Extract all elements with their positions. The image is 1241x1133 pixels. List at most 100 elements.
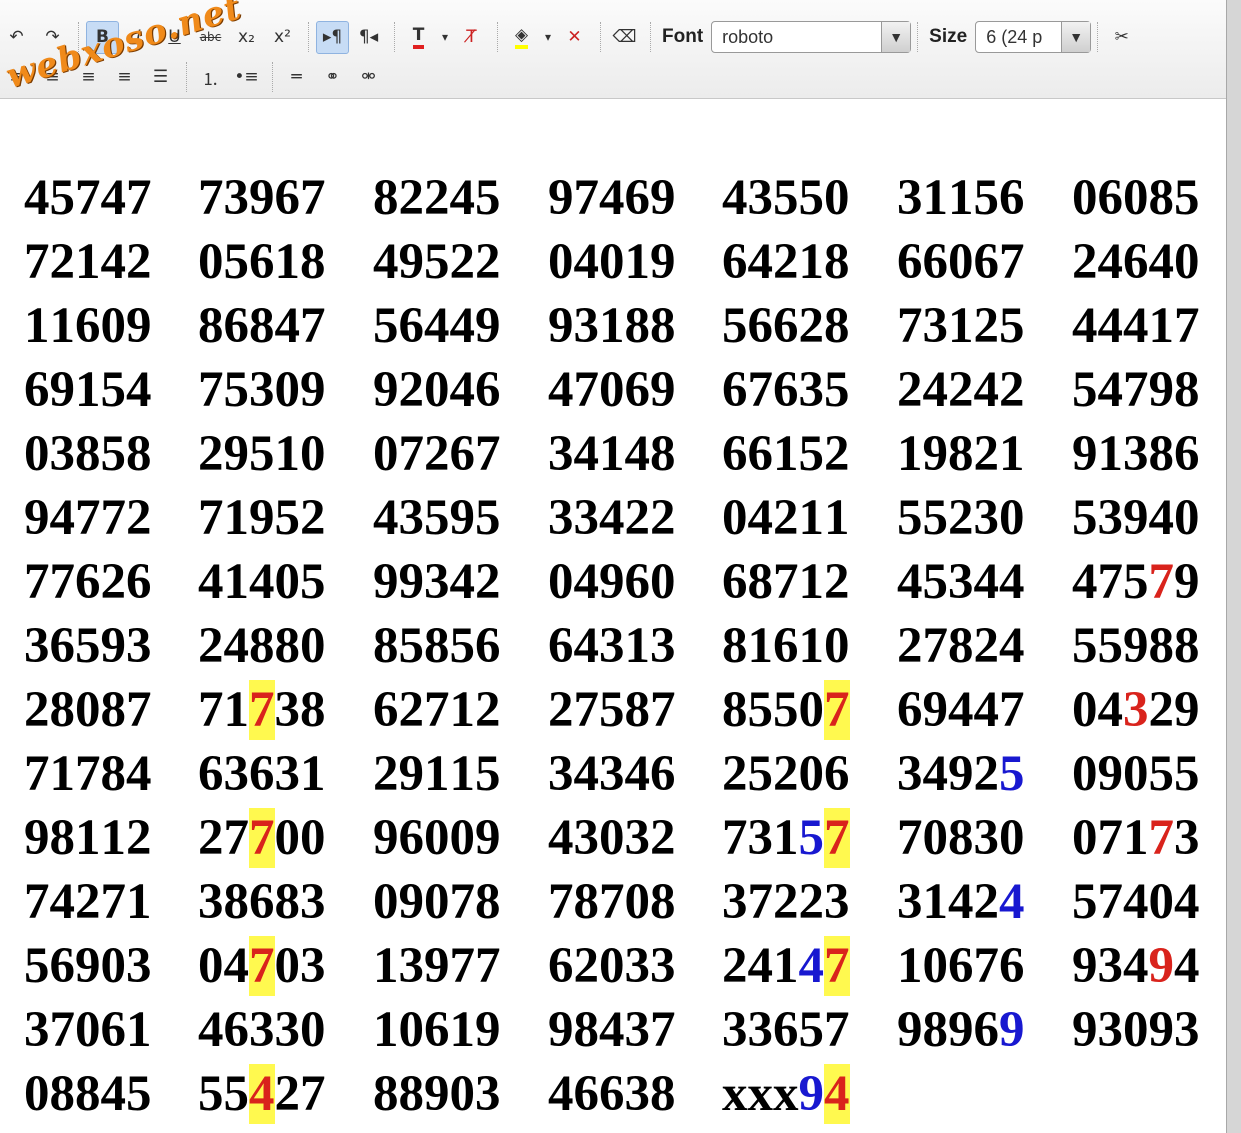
- number-cell: 53940: [1072, 488, 1200, 548]
- horizontal-rule-icon: ═: [291, 67, 302, 87]
- remove-text-color-button[interactable]: T̸: [455, 21, 488, 54]
- chevron-down-icon[interactable]: ▼: [881, 22, 911, 52]
- digit: 7: [747, 874, 774, 930]
- number-cell: 81610: [722, 616, 850, 676]
- digit: 9: [49, 362, 76, 418]
- digit: 0: [198, 938, 224, 994]
- red-digit: 7: [1148, 554, 1175, 610]
- digit: 7: [475, 938, 501, 994]
- horizontal-rule-button[interactable]: ═: [280, 61, 313, 94]
- unlink-button[interactable]: ⚮: [352, 61, 385, 94]
- digit: 5: [747, 746, 774, 802]
- number-cell: 73157: [722, 808, 850, 868]
- subscript-button[interactable]: x₂: [230, 21, 263, 54]
- digit: 3: [300, 874, 326, 930]
- link-button[interactable]: ⚭: [316, 61, 349, 94]
- digit: 1: [897, 426, 923, 482]
- digit: 8: [49, 810, 76, 866]
- numbered-list-icon: ⒈: [202, 69, 219, 90]
- digit: 4: [249, 554, 275, 610]
- digit: 3: [573, 298, 600, 354]
- digit: 4: [999, 618, 1025, 674]
- align-left-button[interactable]: ≡: [0, 61, 33, 94]
- align-center-button[interactable]: ≡: [36, 61, 69, 94]
- number-cell: 24880: [198, 616, 326, 676]
- digit: 1: [897, 938, 923, 994]
- align-full-button[interactable]: ☰: [144, 61, 177, 94]
- digit: 2: [824, 426, 850, 482]
- vertical-scrollbar[interactable]: [1226, 0, 1241, 1133]
- number-cell: 27824: [897, 616, 1025, 676]
- digit: 9: [548, 298, 574, 354]
- digit: 9: [475, 298, 501, 354]
- digit: 1: [449, 682, 476, 738]
- digit: 3: [1097, 490, 1124, 546]
- digit: 4: [126, 746, 152, 802]
- eraser-button[interactable]: ⌫: [608, 21, 641, 54]
- rtl-icon: ¶◂: [358, 27, 379, 47]
- digit: 7: [922, 618, 949, 674]
- digit: 5: [798, 426, 825, 482]
- digit: 6: [999, 170, 1025, 226]
- digit: 9: [475, 1002, 501, 1058]
- digit: 2: [475, 554, 501, 610]
- digit: 5: [599, 682, 625, 738]
- bullet-list-button[interactable]: •≡: [230, 61, 263, 94]
- digit: 1: [624, 234, 651, 290]
- undo-button[interactable]: ↶: [0, 21, 33, 54]
- digit: 1: [798, 234, 825, 290]
- digit: 1: [75, 362, 101, 418]
- digit: 2: [198, 810, 224, 866]
- digit: 9: [650, 234, 676, 290]
- italic-button[interactable]: I: [122, 21, 155, 54]
- strikethrough-button[interactable]: abc: [194, 21, 227, 54]
- digit: 4: [573, 234, 600, 290]
- text-color-button[interactable]: T: [402, 21, 435, 54]
- toolbar-separator: [917, 22, 919, 52]
- highlight-dropdown-button[interactable]: ▾: [541, 21, 555, 54]
- text-color-dropdown-button[interactable]: ▾: [438, 21, 452, 54]
- remove-highlight-button[interactable]: ✕: [558, 21, 591, 54]
- number-cell: 71952: [198, 488, 326, 548]
- digit: 0: [424, 874, 450, 930]
- digit: 5: [722, 298, 748, 354]
- number-cell: 55427: [198, 1064, 326, 1124]
- rtl-button[interactable]: ¶◂: [352, 21, 385, 54]
- toolbar-separator: [308, 22, 310, 52]
- digit: 5: [1123, 554, 1149, 610]
- font-select[interactable]: roboto ▼: [711, 21, 912, 53]
- bold-icon: B: [96, 27, 109, 47]
- digit: 6: [398, 810, 425, 866]
- digit: 9: [1072, 938, 1098, 994]
- digit: x: [747, 1066, 774, 1122]
- chevron-down-icon[interactable]: ▼: [1061, 22, 1091, 52]
- digit: 1: [922, 874, 949, 930]
- align-right-button[interactable]: ≡: [72, 61, 105, 94]
- digit: 8: [475, 874, 501, 930]
- highlight-color-button[interactable]: ◈: [505, 21, 538, 54]
- cut-button[interactable]: ✂: [1105, 21, 1138, 54]
- underline-button[interactable]: U: [158, 21, 191, 54]
- number-cell: 33657: [722, 1000, 850, 1060]
- bold-button[interactable]: B: [86, 20, 119, 54]
- superscript-button[interactable]: x²: [266, 21, 299, 54]
- digit: 4: [1097, 362, 1124, 418]
- underline-icon: U: [168, 27, 181, 47]
- text-color-dropdown-icon: ▾: [441, 30, 449, 44]
- digit: 1: [798, 618, 825, 674]
- align-justify-button[interactable]: ≡: [108, 61, 141, 94]
- digit: 7: [24, 554, 50, 610]
- digit: 1: [373, 1002, 399, 1058]
- number-cell: 85856: [373, 616, 501, 676]
- number-cell: 37061: [24, 1000, 152, 1060]
- blue-digit: 9: [999, 1002, 1025, 1058]
- size-select[interactable]: 6 (24 p ▼: [975, 21, 1092, 53]
- digit: 4: [198, 1002, 224, 1058]
- ltr-button[interactable]: ▸¶: [316, 20, 349, 54]
- digit: 0: [274, 938, 301, 994]
- redo-button[interactable]: ↷: [36, 21, 69, 54]
- numbered-list-button[interactable]: ⒈: [194, 61, 227, 94]
- number-cell: 74271: [24, 872, 152, 932]
- digit: 9: [948, 746, 974, 802]
- digit: 9: [300, 362, 326, 418]
